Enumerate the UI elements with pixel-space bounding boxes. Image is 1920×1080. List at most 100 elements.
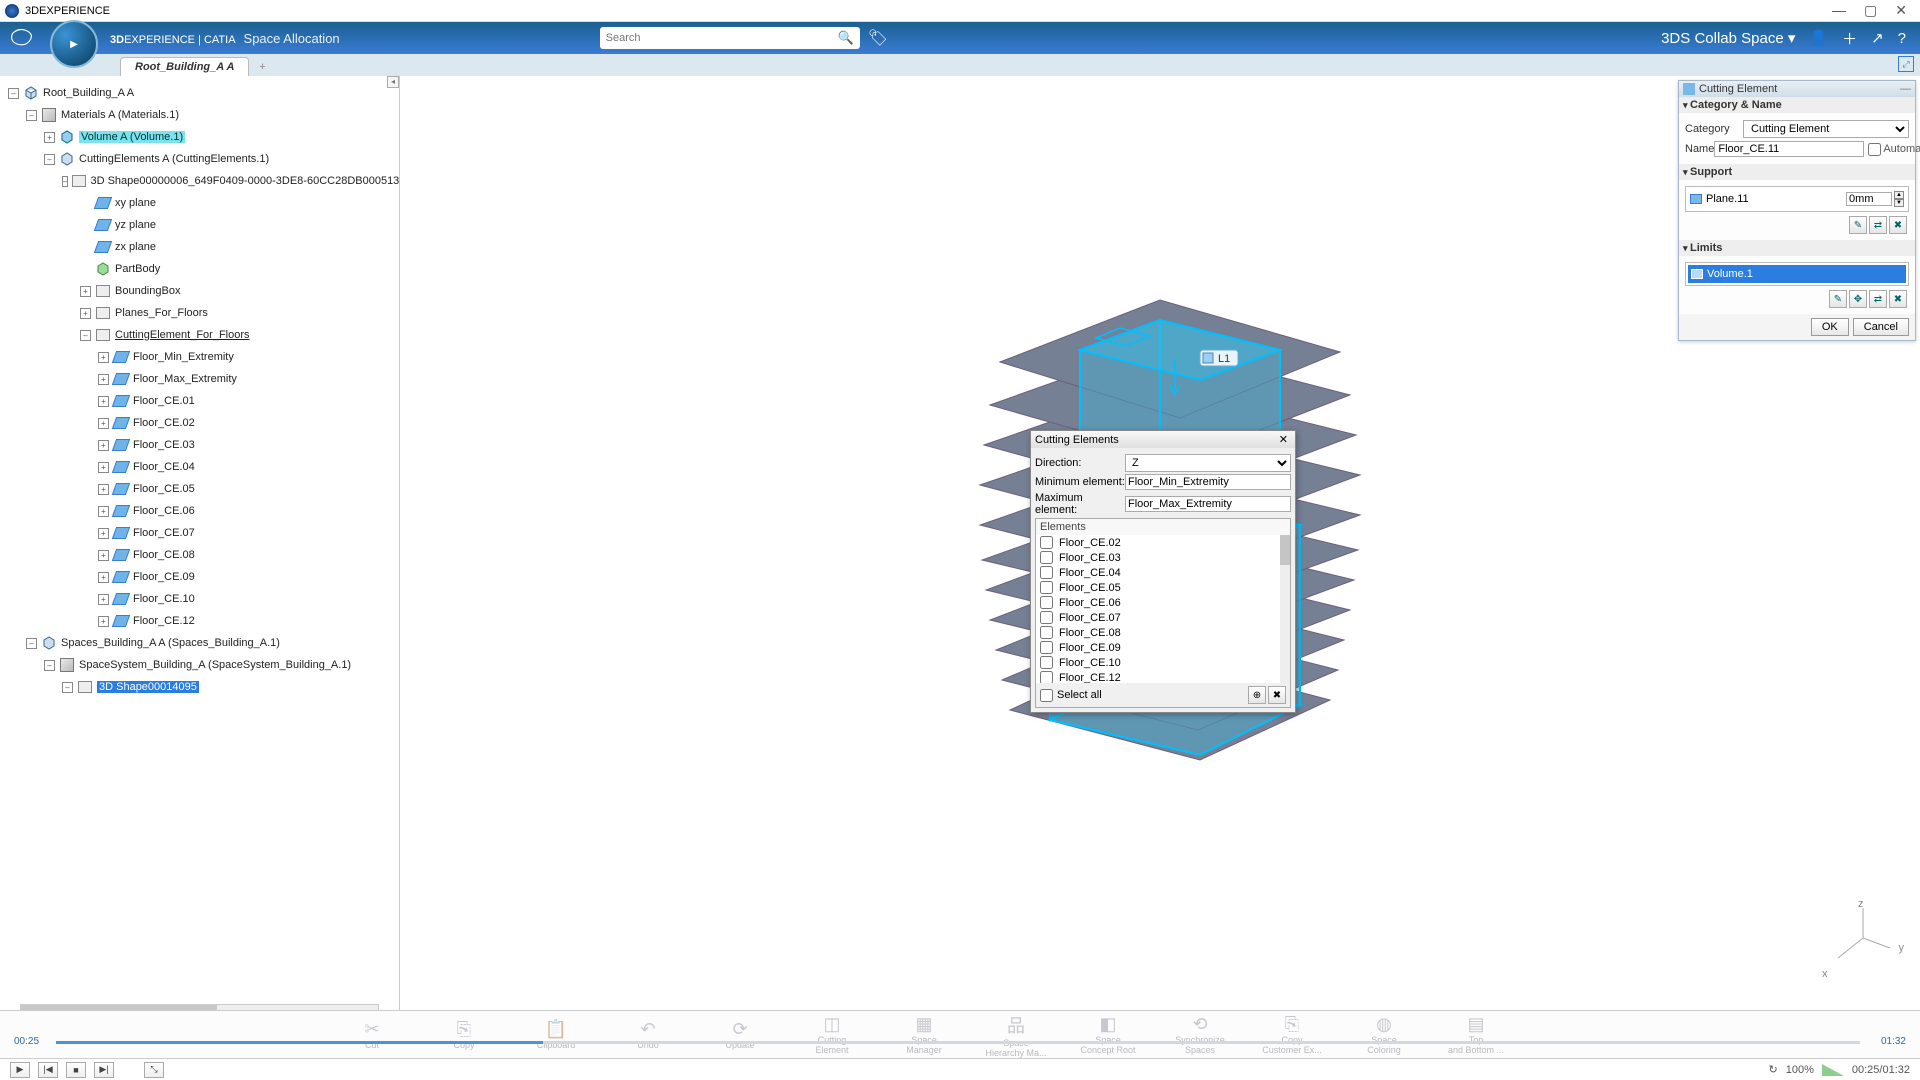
maximize-button[interactable]: ▢ bbox=[1864, 2, 1877, 19]
name-input[interactable] bbox=[1714, 141, 1864, 157]
command-button[interactable]: ✂Cut bbox=[340, 1019, 404, 1050]
command-button[interactable]: ⟳Update bbox=[708, 1019, 772, 1050]
element-row[interactable]: Floor_CE.09 bbox=[1036, 640, 1290, 655]
close-button[interactable]: ✕ bbox=[1895, 2, 1907, 19]
support-offset-input[interactable] bbox=[1846, 192, 1892, 206]
search-input[interactable] bbox=[606, 32, 838, 44]
help-icon[interactable]: ? bbox=[1898, 30, 1906, 47]
dialog-close-icon[interactable]: ✕ bbox=[1276, 433, 1291, 446]
element-row[interactable]: Floor_CE.02 bbox=[1036, 535, 1290, 550]
support-edit-icon[interactable]: ✎ bbox=[1849, 216, 1867, 234]
section-limits[interactable]: Limits bbox=[1679, 240, 1915, 256]
tree-node-planes-floors[interactable]: +Planes_For_Floors bbox=[8, 302, 399, 324]
element-row[interactable]: Floor_CE.08 bbox=[1036, 625, 1290, 640]
tree-node-3dshape[interactable]: –3D Shape00000006_649F0409-0000-3DE8-60C… bbox=[8, 170, 399, 192]
tree-node-boundingbox[interactable]: +BoundingBox bbox=[8, 280, 399, 302]
support-swap-icon[interactable]: ⇄ bbox=[1869, 216, 1887, 234]
tree-node-floor-ce[interactable]: +Floor_CE.09 bbox=[8, 566, 399, 588]
ok-button[interactable]: OK bbox=[1811, 318, 1849, 336]
tree-node-floor-ce[interactable]: +Floor_CE.08 bbox=[8, 544, 399, 566]
collab-space-dropdown[interactable]: 3DS Collab Space ▾ bbox=[1661, 29, 1795, 47]
element-checkbox[interactable] bbox=[1040, 626, 1053, 639]
element-row[interactable]: Floor_CE.07 bbox=[1036, 610, 1290, 625]
play-button[interactable]: ▶ bbox=[10, 1062, 30, 1078]
tree-node-xyplane[interactable]: xy plane bbox=[8, 192, 399, 214]
element-checkbox[interactable] bbox=[1040, 581, 1053, 594]
axis-gizmo[interactable]: z y x bbox=[1828, 906, 1898, 976]
tree-node-floor-ce[interactable]: +Floor_CE.06 bbox=[8, 500, 399, 522]
tree-collapse-icon[interactable]: ◂ bbox=[387, 76, 399, 88]
command-button[interactable]: ◍SpaceColoring bbox=[1352, 1014, 1416, 1055]
tree-node-root[interactable]: –Root_Building_A A bbox=[8, 82, 399, 104]
command-button[interactable]: ◧SpaceConcept Root bbox=[1076, 1014, 1140, 1055]
tree-node-cutting-elements[interactable]: –CuttingElements A (CuttingElements.1) bbox=[8, 148, 399, 170]
tree-node-floor-ce[interactable]: +Floor_CE.04 bbox=[8, 456, 399, 478]
tab-root-building[interactable]: Root_Building_A A bbox=[120, 57, 249, 76]
user-icon[interactable]: 👤 bbox=[1809, 29, 1828, 47]
limits-item[interactable]: Volume.1 bbox=[1688, 265, 1906, 283]
elements-add-icon[interactable]: ⊕ bbox=[1248, 686, 1266, 704]
limits-clear-icon[interactable]: ✖ bbox=[1889, 290, 1907, 308]
element-checkbox[interactable] bbox=[1040, 551, 1053, 564]
section-category-name[interactable]: Category & Name bbox=[1679, 97, 1915, 113]
element-checkbox[interactable] bbox=[1040, 566, 1053, 579]
element-row[interactable]: Floor_CE.05 bbox=[1036, 580, 1290, 595]
tree-node-floor-ce[interactable]: +Floor_CE.05 bbox=[8, 478, 399, 500]
element-checkbox[interactable] bbox=[1040, 671, 1053, 683]
seek-bar[interactable]: 00:25 01:32 bbox=[56, 1039, 1860, 1045]
elements-remove-icon[interactable]: ✖ bbox=[1268, 686, 1286, 704]
next-button[interactable]: ▶| bbox=[94, 1062, 114, 1078]
stop-button[interactable]: ■ bbox=[66, 1062, 86, 1078]
panel-minimize-icon[interactable]: — bbox=[1900, 83, 1911, 95]
max-element-input[interactable] bbox=[1125, 496, 1291, 512]
tree-node-floor-ce[interactable]: +Floor_CE.07 bbox=[8, 522, 399, 544]
limits-swap-icon[interactable]: ⇄ bbox=[1869, 290, 1887, 308]
tab-add[interactable]: + bbox=[249, 58, 275, 76]
element-row[interactable]: Floor_CE.06 bbox=[1036, 595, 1290, 610]
command-button[interactable]: ◫CuttingElement bbox=[800, 1014, 864, 1055]
share-icon[interactable]: ↗ bbox=[1871, 29, 1884, 47]
tree-node-zxplane[interactable]: zx plane bbox=[8, 236, 399, 258]
minimize-button[interactable]: — bbox=[1832, 2, 1846, 19]
element-row[interactable]: Floor_CE.10 bbox=[1036, 655, 1290, 670]
element-row[interactable]: Floor_CE.03 bbox=[1036, 550, 1290, 565]
support-item[interactable]: Plane.11 bbox=[1706, 193, 1846, 205]
fullscreen-icon[interactable]: ⤢ bbox=[1898, 56, 1914, 72]
tree-node-floor-ce[interactable]: +Floor_CE.12 bbox=[8, 610, 399, 632]
tree-node-floor-ce[interactable]: +Floor_CE.01 bbox=[8, 390, 399, 412]
tree-node-partbody[interactable]: PartBody bbox=[8, 258, 399, 280]
cutting-elements-dialog[interactable]: Cutting Elements✕ Direction:Z Minimum el… bbox=[1030, 430, 1296, 713]
category-select[interactable]: Cutting Element bbox=[1743, 120, 1909, 138]
tree-node-cuttingel-floors[interactable]: –CuttingElement_For_Floors bbox=[8, 324, 399, 346]
element-checkbox[interactable] bbox=[1040, 536, 1053, 549]
tree-node-volume[interactable]: +Volume A (Volume.1) bbox=[8, 126, 399, 148]
tree-node-spaces[interactable]: –Spaces_Building_A A (Spaces_Building_A.… bbox=[8, 632, 399, 654]
select-all-checkbox[interactable] bbox=[1040, 689, 1053, 702]
tree-node-floor-max[interactable]: +Floor_Max_Extremity bbox=[8, 368, 399, 390]
add-icon[interactable]: ＋ bbox=[1842, 28, 1857, 49]
prev-button[interactable]: |◀ bbox=[38, 1062, 58, 1078]
offset-up[interactable]: ▲ bbox=[1894, 191, 1904, 199]
min-element-input[interactable] bbox=[1125, 474, 1291, 490]
command-button[interactable]: ⎘CopyCustomer Ex... bbox=[1260, 1014, 1324, 1055]
command-button[interactable]: 📋Clipboard bbox=[524, 1019, 588, 1050]
limits-edit-icon[interactable]: ✎ bbox=[1829, 290, 1847, 308]
command-button[interactable]: ⟲SynchronizeSpaces bbox=[1168, 1014, 1232, 1055]
tree-node-yzplane[interactable]: yz plane bbox=[8, 214, 399, 236]
expand-button[interactable]: ⤡ bbox=[144, 1062, 164, 1078]
search-box[interactable]: 🔍 bbox=[600, 27, 860, 49]
search-icon[interactable]: 🔍 bbox=[837, 30, 853, 46]
command-button[interactable]: ▦SpaceManager bbox=[892, 1014, 956, 1055]
limits-pick-icon[interactable]: ✥ bbox=[1849, 290, 1867, 308]
tree-node-floor-ce[interactable]: +Floor_CE.10 bbox=[8, 588, 399, 610]
offset-down[interactable]: ▼ bbox=[1894, 199, 1904, 207]
elements-scrollbar[interactable] bbox=[1280, 535, 1290, 683]
direction-select[interactable]: Z bbox=[1125, 454, 1291, 472]
command-button[interactable]: ↶Undo bbox=[616, 1019, 680, 1050]
support-clear-icon[interactable]: ✖ bbox=[1889, 216, 1907, 234]
tag-icon[interactable]: 🏷 bbox=[868, 28, 888, 48]
compass-icon[interactable] bbox=[50, 20, 98, 68]
element-checkbox[interactable] bbox=[1040, 596, 1053, 609]
section-support[interactable]: Support bbox=[1679, 164, 1915, 180]
loop-icon[interactable]: ↻ bbox=[1769, 1063, 1778, 1076]
